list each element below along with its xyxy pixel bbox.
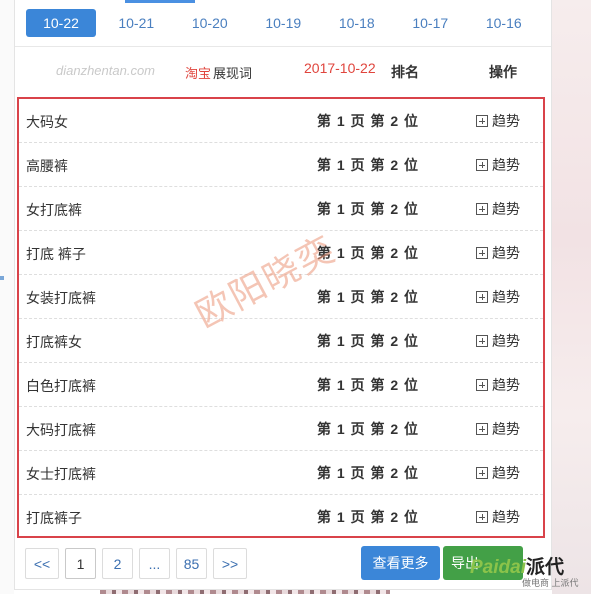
next-page-button[interactable]: >>	[213, 548, 247, 579]
trend-link[interactable]: 趋势	[476, 507, 520, 527]
background-marker	[0, 276, 4, 280]
page-ellipsis: ...	[139, 548, 170, 579]
trend-link[interactable]: 趋势	[476, 419, 520, 439]
keyword-cell: 大码打底裤	[26, 422, 96, 438]
trend-label: 趋势	[492, 377, 520, 393]
logo-wordmark: Paidai派代	[470, 552, 564, 579]
trend-label: 趋势	[492, 245, 520, 261]
trend-label: 趋势	[492, 113, 520, 129]
rank-cell: 第 1 页 第 2 位	[317, 509, 420, 525]
trend-label: 趋势	[492, 289, 520, 305]
keyword-cell: 打底裤子	[26, 510, 82, 526]
table-row: 打底裤女 第 1 页 第 2 位 趋势	[19, 319, 543, 363]
rank-cell: 第 1 页 第 2 位	[317, 333, 420, 349]
keyword-cell: 高腰裤	[26, 158, 68, 174]
header-date: 2017-10-22	[304, 60, 376, 76]
plus-square-icon	[476, 247, 488, 259]
trend-link[interactable]: 趋势	[476, 111, 520, 131]
plus-square-icon	[476, 467, 488, 479]
keyword-table: 大码女 第 1 页 第 2 位 趋势 高腰裤 第 1 页 第 2 位 趋势 女打…	[17, 97, 545, 538]
trend-link[interactable]: 趋势	[476, 287, 520, 307]
rank-cell: 第 1 页 第 2 位	[317, 201, 420, 217]
trend-label: 趋势	[492, 421, 520, 437]
rank-cell: 第 1 页 第 2 位	[317, 289, 420, 305]
header-rank-column: 排名	[391, 64, 419, 80]
trend-link[interactable]: 趋势	[476, 243, 520, 263]
table-row: 高腰裤 第 1 页 第 2 位 趋势	[19, 143, 543, 187]
rank-cell: 第 1 页 第 2 位	[317, 157, 420, 173]
page-1-button[interactable]: 1	[65, 548, 96, 579]
pagination: << 1 2 ... 85 >>	[25, 548, 247, 579]
header-platform: 淘宝	[185, 66, 212, 81]
table-row: 打底裤子 第 1 页 第 2 位 趋势	[19, 495, 543, 539]
trend-label: 趋势	[492, 201, 520, 217]
logo-cn: 派代	[525, 557, 564, 578]
plus-square-icon	[476, 203, 488, 215]
header-keyword-column: 展现词	[213, 66, 253, 81]
logo-latin: Paidai	[470, 557, 526, 578]
plus-square-icon	[476, 511, 488, 523]
trend-label: 趋势	[492, 509, 520, 525]
table-header: dianzhentan.com 淘宝 展现词 2017-10-22 排名 操作	[15, 47, 551, 95]
trend-label: 趋势	[492, 465, 520, 481]
tab-10-17[interactable]: 10-17	[394, 9, 468, 37]
plus-square-icon	[476, 115, 488, 127]
rank-cell: 第 1 页 第 2 位	[317, 113, 420, 129]
plus-square-icon	[476, 423, 488, 435]
header-site-watermark: dianzhentan.com	[56, 63, 156, 78]
header-action-column: 操作	[489, 64, 517, 80]
keyword-cell: 打底 裤子	[26, 246, 86, 262]
table-row: 白色打底裤 第 1 页 第 2 位 趋势	[19, 363, 543, 407]
tab-10-19[interactable]: 10-19	[247, 9, 321, 37]
tab-10-22[interactable]: 10-22	[26, 9, 96, 37]
trend-link[interactable]: 趋势	[476, 375, 520, 395]
keyword-cell: 女装打底裤	[26, 290, 96, 306]
tab-10-20[interactable]: 10-20	[173, 9, 247, 37]
view-more-button[interactable]: 查看更多	[361, 546, 440, 580]
keyword-cell: 女打底裤	[26, 202, 82, 218]
plus-square-icon	[476, 159, 488, 171]
logo-tagline: 做电商 上派代	[522, 578, 579, 588]
page-85-button[interactable]: 85	[176, 548, 207, 579]
keyword-cell: 大码女	[26, 114, 68, 130]
table-row: 大码女 第 1 页 第 2 位 趋势	[19, 99, 543, 143]
table-row: 女士打底裤 第 1 页 第 2 位 趋势	[19, 451, 543, 495]
table-row: 大码打底裤 第 1 页 第 2 位 趋势	[19, 407, 543, 451]
plus-square-icon	[476, 379, 488, 391]
paidai-logo: Paidai派代 做电商 上派代	[470, 552, 591, 594]
rank-cell: 第 1 页 第 2 位	[317, 421, 420, 437]
background-product-image	[552, 0, 591, 594]
table-row: 女打底裤 第 1 页 第 2 位 趋势	[19, 187, 543, 231]
keyword-cell: 打底裤女	[26, 334, 82, 350]
rank-cell: 第 1 页 第 2 位	[317, 377, 420, 393]
keyword-cell: 白色打底裤	[26, 378, 96, 394]
plus-square-icon	[476, 291, 488, 303]
date-tabs: 10-22 10-21 10-20 10-19 10-18 10-17 10-1…	[15, 0, 551, 46]
keyword-ranking-panel: 10-22 10-21 10-20 10-19 10-18 10-17 10-1…	[14, 0, 552, 590]
trend-link[interactable]: 趋势	[476, 155, 520, 175]
prev-page-button[interactable]: <<	[25, 548, 59, 579]
page-2-button[interactable]: 2	[102, 548, 133, 579]
rank-cell: 第 1 页 第 2 位	[317, 465, 420, 481]
trend-label: 趋势	[492, 157, 520, 173]
tab-10-16[interactable]: 10-16	[467, 9, 541, 37]
trend-link[interactable]: 趋势	[476, 331, 520, 351]
background-left	[0, 0, 14, 594]
tab-10-21[interactable]: 10-21	[100, 9, 174, 37]
plus-square-icon	[476, 335, 488, 347]
trend-link[interactable]: 趋势	[476, 463, 520, 483]
trend-label: 趋势	[492, 333, 520, 349]
trend-link[interactable]: 趋势	[476, 199, 520, 219]
keyword-cell: 女士打底裤	[26, 466, 96, 482]
tab-10-18[interactable]: 10-18	[320, 9, 394, 37]
